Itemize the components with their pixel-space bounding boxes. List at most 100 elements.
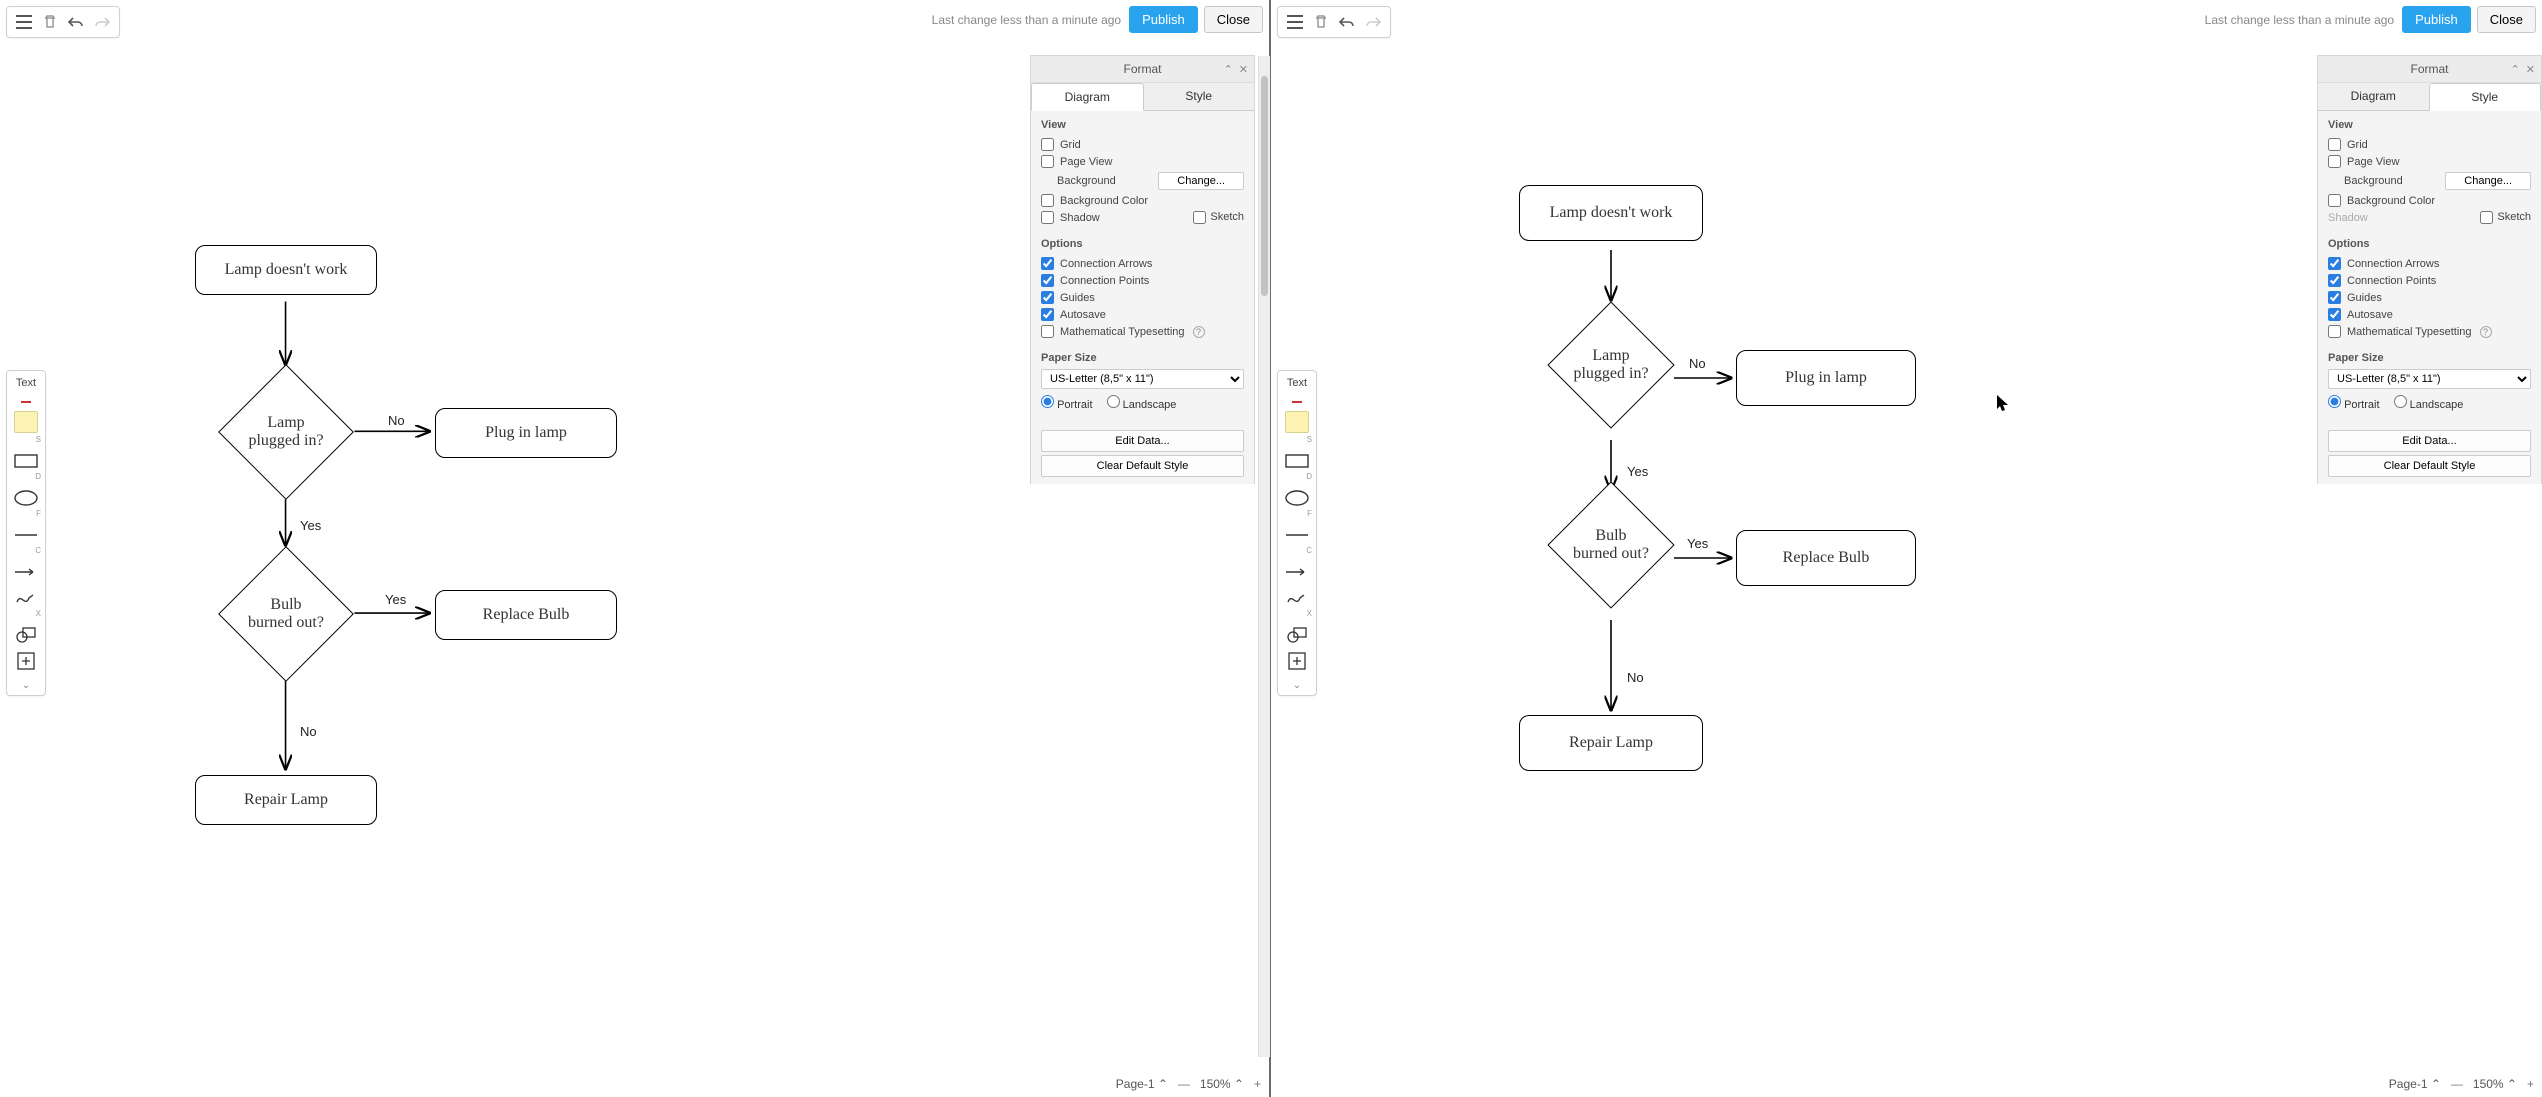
zoom-in-icon[interactable]: +	[1254, 1077, 1261, 1091]
label-no1: No	[1689, 356, 1706, 371]
format-header: Format ⌃ ✕	[2318, 56, 2541, 83]
edit-data-button[interactable]: Edit Data...	[2328, 430, 2531, 452]
guides-checkbox[interactable]	[2328, 291, 2341, 304]
autosave-checkbox[interactable]	[1041, 308, 1054, 321]
collapse-icon[interactable]: ⌃	[2511, 63, 2520, 76]
change-background-button[interactable]: Change...	[1158, 172, 1244, 190]
pageview-checkbox[interactable]	[1041, 155, 1054, 168]
pageview-label: Page View	[2347, 156, 2399, 168]
zoom-out-icon[interactable]: —	[2451, 1077, 2463, 1091]
node-repair-text: Repair Lamp	[1569, 734, 1653, 752]
bgcolor-checkbox[interactable]	[1041, 194, 1054, 207]
paper-hdr: Paper Size	[1041, 352, 1244, 364]
sketch-checkbox[interactable]	[2480, 211, 2493, 224]
guides-label: Guides	[1060, 292, 1095, 304]
shadow-checkbox[interactable]	[1041, 211, 1054, 224]
node-plugin[interactable]: Plug in lamp	[435, 408, 617, 458]
grid-label: Grid	[1060, 139, 1081, 151]
change-background-button[interactable]: Change...	[2445, 172, 2531, 190]
portrait-option[interactable]: Portrait	[2328, 395, 2380, 411]
label-yes2: Yes	[385, 592, 406, 607]
node-plugged[interactable]: Lamp plugged in?	[1547, 301, 1674, 428]
clear-style-button[interactable]: Clear Default Style	[1041, 455, 1244, 477]
section-options: Options Connection Arrows Connection Poi…	[2318, 230, 2541, 344]
clear-style-button[interactable]: Clear Default Style	[2328, 455, 2531, 477]
sketch-checkbox[interactable]	[1193, 211, 1206, 224]
view-hdr: View	[2328, 119, 2531, 131]
math-checkbox[interactable]	[1041, 325, 1054, 338]
conn-arrows-label: Connection Arrows	[2347, 258, 2439, 270]
node-burned[interactable]: Bulb burned out?	[218, 546, 354, 682]
shadow-label: Shadow	[1060, 212, 1100, 224]
node-start[interactable]: Lamp doesn't work	[1519, 185, 1703, 241]
node-burned[interactable]: Bulb burned out?	[1547, 481, 1674, 608]
tab-style[interactable]: Style	[2429, 83, 2542, 111]
vertical-scrollbar[interactable]	[1258, 56, 1270, 1057]
node-repair[interactable]: Repair Lamp	[195, 775, 377, 825]
node-replace[interactable]: Replace Bulb	[435, 590, 617, 640]
node-start-text: Lamp doesn't work	[1550, 204, 1673, 222]
node-start[interactable]: Lamp doesn't work	[195, 245, 377, 295]
bgcolor-checkbox[interactable]	[2328, 194, 2341, 207]
portrait-option[interactable]: Portrait	[1041, 395, 1093, 411]
format-panel: Format ⌃ ✕ Diagram Style View Grid Page …	[1030, 55, 1255, 484]
sketch-label: Sketch	[2497, 211, 2531, 224]
grid-checkbox[interactable]	[2328, 138, 2341, 151]
collapse-icon[interactable]: ⌃	[1224, 63, 1233, 76]
node-repair[interactable]: Repair Lamp	[1519, 715, 1703, 771]
paper-select[interactable]: US-Letter (8,5" x 11")	[1041, 369, 1244, 389]
landscape-option[interactable]: Landscape	[2394, 395, 2464, 411]
autosave-label: Autosave	[1060, 309, 1106, 321]
paper-select[interactable]: US-Letter (8,5" x 11")	[2328, 369, 2531, 389]
zoom-out-icon[interactable]: —	[1178, 1077, 1190, 1091]
node-plugin[interactable]: Plug in lamp	[1736, 350, 1916, 406]
label-yes1: Yes	[1627, 464, 1648, 479]
guides-label: Guides	[2347, 292, 2382, 304]
math-label: Mathematical Typesetting	[1060, 326, 1185, 338]
node-start-text: Lamp doesn't work	[225, 261, 348, 279]
node-burned-text: Bulb burned out?	[1573, 527, 1649, 564]
guides-checkbox[interactable]	[1041, 291, 1054, 304]
conn-points-label: Connection Points	[1060, 275, 1149, 287]
background-label: Background	[2344, 175, 2403, 187]
conn-points-checkbox[interactable]	[1041, 274, 1054, 287]
grid-checkbox[interactable]	[1041, 138, 1054, 151]
bgcolor-label: Background Color	[2347, 195, 2435, 207]
zoom-level[interactable]: 150% ⌃	[1200, 1077, 1244, 1091]
tab-diagram[interactable]: Diagram	[2318, 83, 2429, 111]
section-actions: Edit Data... Clear Default Style	[1031, 419, 1254, 484]
conn-points-checkbox[interactable]	[2328, 274, 2341, 287]
options-hdr: Options	[2328, 238, 2531, 250]
scrollbar-thumb[interactable]	[1261, 76, 1268, 296]
tab-diagram[interactable]: Diagram	[1031, 83, 1144, 111]
page-indicator[interactable]: Page-1 ⌃	[1116, 1077, 1168, 1091]
node-repair-text: Repair Lamp	[244, 791, 328, 809]
format-tabs: Diagram Style	[1031, 83, 1254, 111]
help-icon[interactable]: ?	[1193, 326, 1205, 338]
options-hdr: Options	[1041, 238, 1244, 250]
format-panel: Format ⌃ ✕ Diagram Style View Grid Page …	[2317, 55, 2542, 484]
sketch-label: Sketch	[1210, 211, 1244, 224]
conn-arrows-checkbox[interactable]	[2328, 257, 2341, 270]
close-panel-icon[interactable]: ✕	[2526, 63, 2535, 76]
conn-arrows-checkbox[interactable]	[1041, 257, 1054, 270]
help-icon[interactable]: ?	[2480, 326, 2492, 338]
page-indicator[interactable]: Page-1 ⌃	[2389, 1077, 2441, 1091]
node-replace[interactable]: Replace Bulb	[1736, 530, 1916, 586]
zoom-in-icon[interactable]: +	[2527, 1077, 2534, 1091]
node-plugin-text: Plug in lamp	[485, 424, 567, 442]
math-checkbox[interactable]	[2328, 325, 2341, 338]
node-replace-text: Replace Bulb	[483, 606, 570, 624]
label-no2: No	[1627, 670, 1644, 685]
tab-style[interactable]: Style	[1144, 83, 1255, 111]
node-replace-text: Replace Bulb	[1783, 549, 1870, 567]
close-panel-icon[interactable]: ✕	[1239, 63, 1248, 76]
edit-data-button[interactable]: Edit Data...	[1041, 430, 1244, 452]
node-plugged[interactable]: Lamp plugged in?	[218, 364, 354, 500]
root: Last change less than a minute ago Publi…	[0, 0, 2542, 1097]
autosave-checkbox[interactable]	[2328, 308, 2341, 321]
zoom-level[interactable]: 150% ⌃	[2473, 1077, 2517, 1091]
pageview-checkbox[interactable]	[2328, 155, 2341, 168]
pane-right: Last change less than a minute ago Publi…	[1271, 0, 2542, 1097]
landscape-option[interactable]: Landscape	[1107, 395, 1177, 411]
